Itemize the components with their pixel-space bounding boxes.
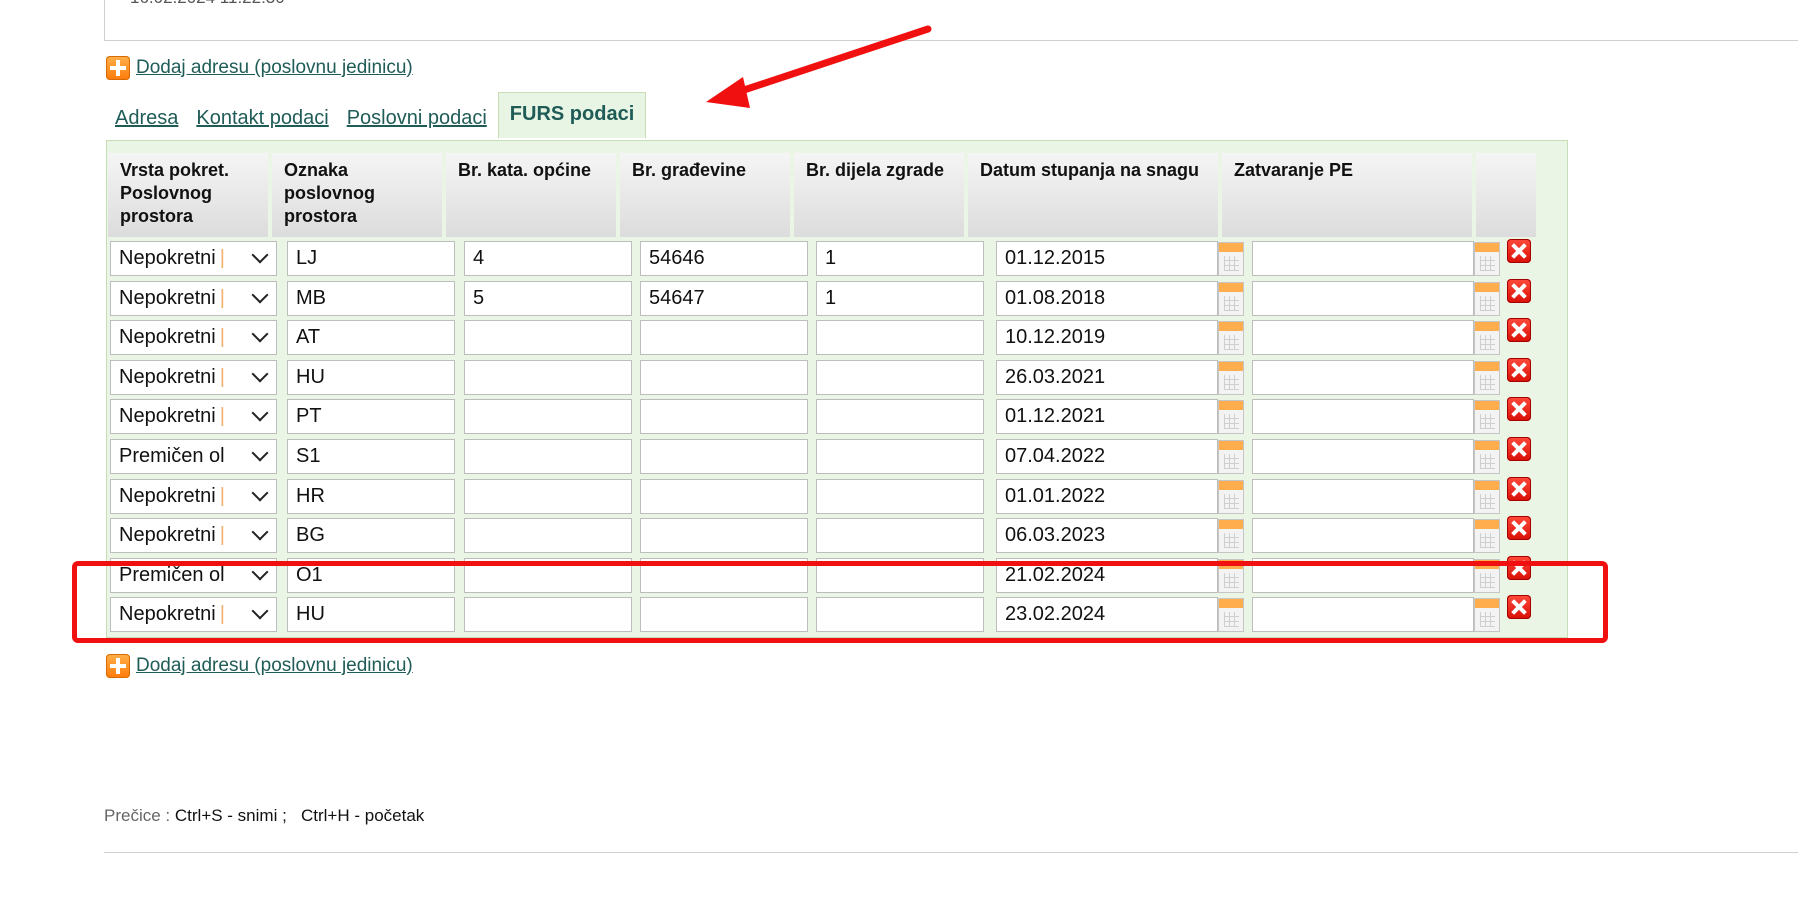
arrow-head (706, 77, 750, 108)
shortcut-save: Ctrl+S - snimi ; (174, 806, 287, 825)
shortcuts-label: Prečice : (104, 806, 171, 825)
annotation-arrow (706, 25, 932, 108)
keyboard-shortcuts: Prečice : Ctrl+S - snimi ; Ctrl+H - poče… (104, 806, 424, 826)
footer-divider (104, 852, 1798, 853)
shortcut-home: Ctrl+H - početak (300, 806, 425, 825)
arrow-shaft (734, 25, 932, 96)
